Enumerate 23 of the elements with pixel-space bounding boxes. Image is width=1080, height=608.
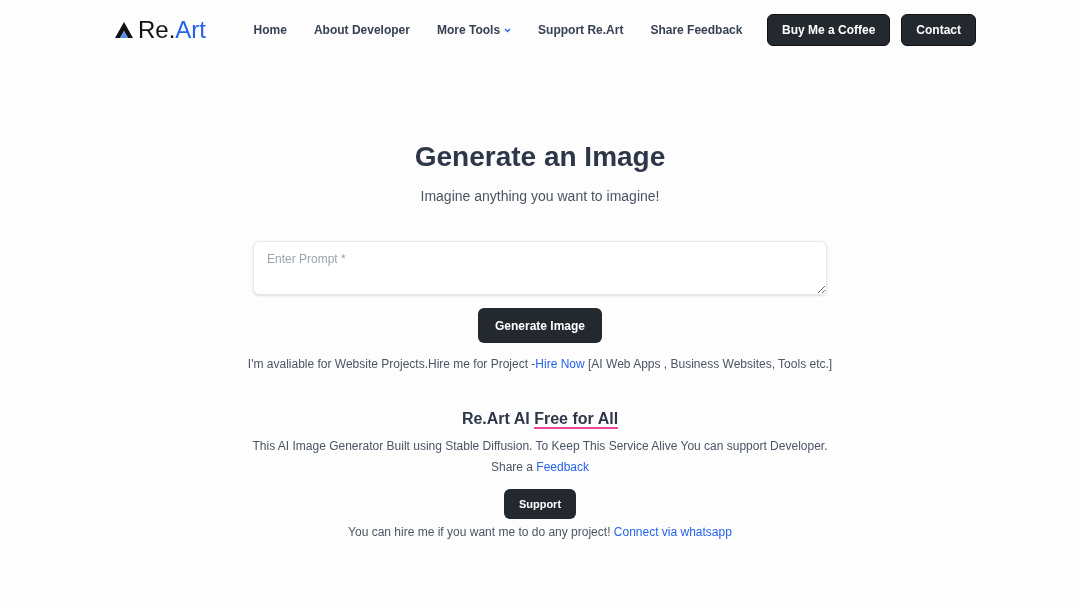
hire-note: You can hire me if you want me to do any project! Connect via whatsapp <box>348 524 732 541</box>
prompt-field[interactable]: Enter Prompt * <box>253 241 827 295</box>
logo-icon <box>114 21 134 39</box>
section-title: Re.Art AI Free for All <box>461 409 619 431</box>
link[interactable]: Feedback <box>536 460 590 474</box>
page-title: Generate an Image <box>414 140 666 174</box>
link[interactable]: Connect via whatsapp <box>613 525 732 539</box>
caret-icon <box>504 27 512 33</box>
link[interactable]: Hire Now <box>535 357 585 371</box>
support-button[interactable]: Support <box>503 489 577 519</box>
nav-link[interactable]: Support Re.Art <box>524 21 637 39</box>
nav-link[interactable]: Share Feedback <box>636 21 756 39</box>
nav-button[interactable]: Buy Me a Coffee <box>766 14 891 46</box>
section-description: This AI Image Generator Built using Stable Diffusion. To Keep This Service Alive You can support Developer. <box>252 438 828 455</box>
nav-link[interactable]: About Developer <box>300 21 424 39</box>
nav-button[interactable]: Contact <box>901 14 976 46</box>
page-subtitle: Imagine anything you want to imagine! <box>420 187 660 206</box>
generate-button[interactable]: Generate Image <box>477 308 602 343</box>
nav-link[interactable]: Home <box>240 21 301 39</box>
nav-dropdown[interactable]: More Tools <box>423 21 525 39</box>
hire-note: I'm avaliable for Website Projects.Hire me for Project -Hire Now [AI Web Apps , Business Websites, Tools etc.] <box>247 356 833 373</box>
share-note: Share a Feedback <box>490 459 590 476</box>
logo-text[interactable]: Re.Art <box>138 18 207 42</box>
